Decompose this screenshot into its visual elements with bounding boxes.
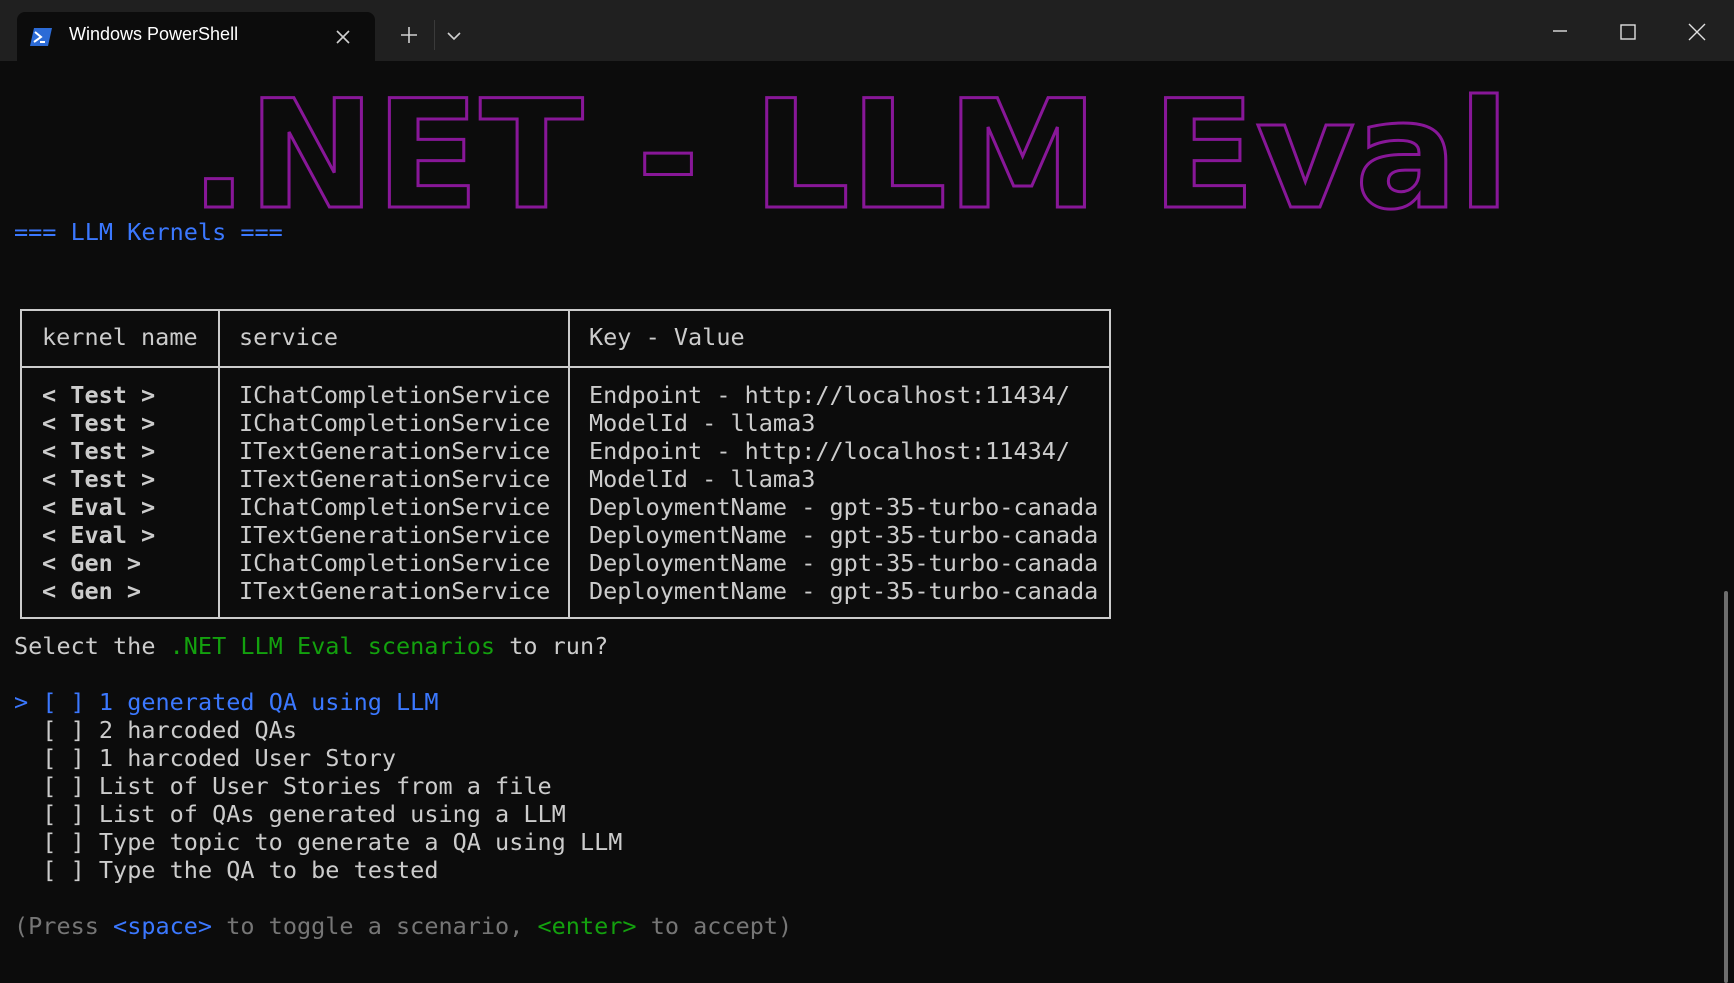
key-value-cell: DeploymentName - gpt-35-turbo-canada (589, 493, 1099, 521)
powershell-icon (29, 27, 53, 47)
kernel-name-cell: < Test > (42, 381, 156, 409)
kernel-name-cell: < Gen > (42, 549, 142, 577)
column-header-key-value: Key - Value (589, 323, 745, 351)
key-value-cell: DeploymentName - gpt-35-turbo-canada (589, 577, 1099, 605)
checkbox[interactable]: [ ] (42, 688, 84, 716)
scenario-label: 1 generated QA using LLM (98, 688, 439, 716)
service-cell: IChatCompletionService (239, 409, 551, 437)
checkbox[interactable]: [ ] (42, 744, 84, 772)
table-row: < Test > IChatCompletionService Endpoint… (22, 381, 1109, 409)
checkbox[interactable]: [ ] (42, 772, 84, 800)
service-cell: ITextGenerationService (239, 437, 551, 465)
close-icon[interactable] (1679, 14, 1715, 50)
scenario-option[interactable]: [ ] Type the QA to be tested (14, 856, 438, 884)
key-value-cell: Endpoint - http://localhost:11434/ (589, 437, 1071, 465)
kernel-name-cell: < Test > (42, 409, 156, 437)
keyboard-hint: (Press <space> to toggle a scenario, <en… (14, 912, 792, 940)
tab-divider (434, 20, 435, 50)
scenario-option[interactable]: [ ] List of QAs generated using a LLM (14, 800, 566, 828)
service-cell: IChatCompletionService (239, 493, 551, 521)
scenario-label: Type the QA to be tested (98, 856, 439, 884)
kernel-name-cell: < Test > (42, 465, 156, 493)
maximize-icon[interactable] (1610, 14, 1646, 50)
table-row: < Eval > ITextGenerationService Deployme… (22, 521, 1109, 549)
checkbox[interactable]: [ ] (42, 856, 84, 884)
table-header-divider (22, 366, 1109, 368)
minimize-icon[interactable] (1542, 14, 1578, 50)
title-bar: Windows PowerShell (0, 0, 1734, 61)
close-tab-icon[interactable] (333, 27, 353, 47)
table-body: < Test > IChatCompletionService Endpoint… (22, 381, 1109, 605)
table-row: < Test > IChatCompletionService ModelId … (22, 409, 1109, 437)
scenario-option[interactable]: > [ ] 1 generated QA using LLM (14, 688, 438, 716)
scenario-label: List of User Stories from a file (98, 772, 552, 800)
scenario-label: 2 harcoded QAs (98, 716, 297, 744)
banner-title: .NET - LLM Eval (190, 83, 1510, 233)
kernel-name-cell: < Test > (42, 437, 156, 465)
terminal-output[interactable]: .NET - LLM Eval === LLM Kernels === kern… (0, 61, 1734, 983)
scenario-prompt: Select the .NET LLM Eval scenarios to ru… (14, 632, 608, 660)
table-row: < Test > ITextGenerationService Endpoint… (22, 437, 1109, 465)
scenario-option[interactable]: [ ] 1 harcoded User Story (14, 744, 396, 772)
scenario-option[interactable]: [ ] List of User Stories from a file (14, 772, 552, 800)
banner-art: .NET - LLM Eval (190, 83, 1520, 233)
scenario-label: Type topic to generate a QA using LLM (98, 828, 623, 856)
tab-title: Windows PowerShell (69, 24, 239, 44)
tab-windows-powershell[interactable]: Windows PowerShell (17, 12, 375, 61)
key-value-cell: DeploymentName - gpt-35-turbo-canada (589, 521, 1099, 549)
scrollbar[interactable] (1724, 591, 1728, 983)
key-value-cell: DeploymentName - gpt-35-turbo-canada (589, 549, 1099, 577)
kernels-table: kernel name service Key - Value < Test >… (20, 309, 1111, 619)
hint-text: to toggle a scenario, (212, 912, 538, 940)
prompt-text: to run? (495, 632, 609, 660)
table-row: < Gen > IChatCompletionService Deploymen… (22, 549, 1109, 577)
kernel-name-cell: < Eval > (42, 521, 156, 549)
space-key-label: <space> (113, 912, 213, 940)
key-value-cell: ModelId - llama3 (589, 409, 816, 437)
scenario-label: List of QAs generated using a LLM (98, 800, 566, 828)
kernel-name-cell: < Gen > (42, 577, 142, 605)
scenario-option[interactable]: [ ] 2 harcoded QAs (14, 716, 297, 744)
scenario-option[interactable]: [ ] Type topic to generate a QA using LL… (14, 828, 622, 856)
section-header: === LLM Kernels === (14, 218, 283, 246)
service-cell: ITextGenerationService (239, 465, 551, 493)
scenario-label: 1 harcoded User Story (98, 744, 397, 772)
chevron-down-icon[interactable] (444, 26, 464, 46)
column-header-service: service (239, 323, 339, 351)
checkbox[interactable]: [ ] (42, 800, 84, 828)
prompt-highlight: .NET LLM Eval scenarios (169, 632, 496, 660)
service-cell: ITextGenerationService (239, 521, 551, 549)
plus-icon[interactable] (396, 22, 422, 48)
table-row: < Eval > IChatCompletionService Deployme… (22, 493, 1109, 521)
service-cell: IChatCompletionService (239, 381, 551, 409)
kernel-name-cell: < Eval > (42, 493, 156, 521)
table-row: < Test > ITextGenerationService ModelId … (22, 465, 1109, 493)
prompt-text: Select the (14, 632, 170, 660)
table-row: < Gen > ITextGenerationService Deploymen… (22, 577, 1109, 605)
checkbox[interactable]: [ ] (42, 828, 84, 856)
selection-cursor: > (14, 688, 29, 716)
hint-text: to accept) (636, 912, 793, 940)
hint-text: (Press (14, 912, 114, 940)
column-header-kernel-name: kernel name (42, 323, 198, 351)
key-value-cell: Endpoint - http://localhost:11434/ (589, 381, 1071, 409)
enter-key-label: <enter> (537, 912, 637, 940)
checkbox[interactable]: [ ] (42, 716, 84, 744)
service-cell: IChatCompletionService (239, 549, 551, 577)
service-cell: ITextGenerationService (239, 577, 551, 605)
key-value-cell: ModelId - llama3 (589, 465, 816, 493)
